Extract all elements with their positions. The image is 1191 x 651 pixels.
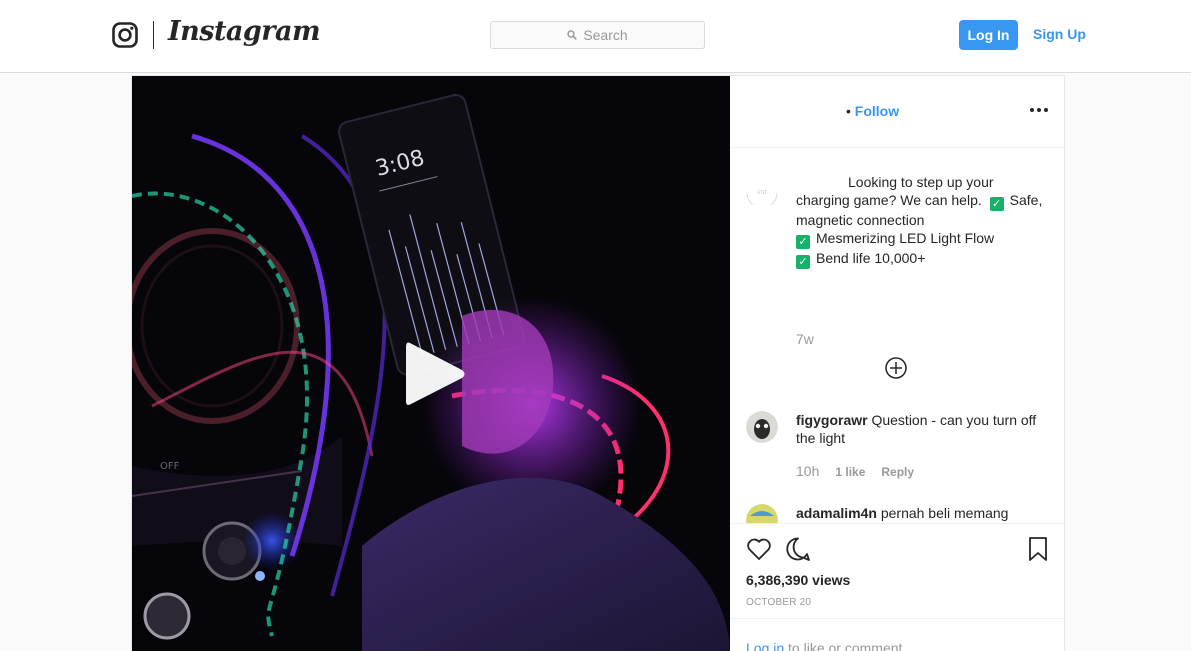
caption-avatar[interactable]: GTLT	[746, 177, 778, 205]
caption-item-2: Mesmerizing LED Light Flow	[816, 230, 995, 246]
dash-off-label: OFF	[160, 461, 180, 472]
caption-line-3: magnetic connection	[796, 212, 925, 228]
bookmark-icon[interactable]	[1028, 536, 1048, 562]
top-bar: Instagram Search Log In Sign Up	[0, 0, 1191, 73]
log-in-button[interactable]: Log In	[959, 20, 1018, 50]
search-placeholder: Search	[583, 27, 628, 43]
avatar-logo-text: GTLT	[757, 190, 767, 195]
check-mark-icon: ✓	[796, 255, 810, 269]
follow-wrap: • Follow	[846, 103, 899, 119]
view-count[interactable]: 6,386,390 views	[746, 572, 850, 588]
follow-button[interactable]: Follow	[855, 103, 899, 119]
caption-line-2: charging game? We can help.	[796, 192, 982, 208]
login-prompt-text: Log in to like or comment.	[746, 640, 906, 651]
caption-line-1: Looking to step up your	[848, 174, 994, 190]
comment-likes[interactable]: 1 like	[835, 465, 865, 479]
play-icon[interactable]	[402, 339, 468, 409]
add-comment-icon[interactable]	[885, 357, 907, 379]
instagram-wordmark[interactable]: Instagram	[168, 16, 321, 47]
login-suffix: to like or comment.	[788, 640, 907, 651]
search-icon	[567, 30, 578, 40]
post-caption: Looking to step up your charging game? W…	[796, 173, 1046, 269]
post-card: OFF 3:08 • Follow GTLT Looking to step u…	[131, 75, 1065, 651]
comment-time[interactable]: 10h	[796, 463, 819, 479]
comment-text: pernah beli memang	[880, 505, 1009, 521]
logo-divider	[153, 21, 154, 49]
post-date[interactable]: OCTOBER 20	[746, 597, 811, 608]
check-mark-icon: ✓	[989, 197, 1004, 211]
comment-icon[interactable]	[785, 536, 811, 562]
sign-up-link[interactable]: Sign Up	[1033, 26, 1086, 42]
check-mark-icon: ✓	[796, 235, 810, 249]
reply-button[interactable]: Reply	[881, 465, 914, 479]
instagram-glyph-icon[interactable]	[112, 22, 138, 48]
follow-dot: •	[846, 103, 851, 119]
comment-meta: 10h 1 like Reply	[796, 463, 914, 479]
comments-list[interactable]: GTLT Looking to step up your charging ga…	[730, 149, 1064, 523]
more-options-icon[interactable]	[1030, 102, 1052, 118]
log-in-link[interactable]: Log in	[746, 640, 784, 651]
comment-body: figygorawr Question - can you turn off t…	[796, 411, 1046, 447]
login-prompt: Log in to like or comment.	[730, 618, 1064, 651]
comment-body: adamalim4n pernah beli memang	[796, 504, 1046, 522]
caption-timestamp[interactable]: 7w	[796, 331, 814, 347]
caption-item-3: Bend life 10,000+	[816, 250, 926, 266]
commenter-avatar[interactable]	[746, 504, 778, 523]
search-input[interactable]: Search	[490, 21, 705, 49]
post-actions: 6,386,390 views OCTOBER 20	[730, 523, 1064, 618]
post-header: • Follow	[730, 76, 1064, 148]
comment-username[interactable]: figygorawr	[796, 412, 868, 428]
commenter-avatar[interactable]	[746, 411, 778, 443]
post-sidebar: • Follow GTLT Looking to step up your ch…	[730, 76, 1064, 651]
heart-icon[interactable]	[746, 537, 772, 561]
comment-username[interactable]: adamalim4n	[796, 505, 877, 521]
caption-safe: Safe,	[1009, 192, 1043, 208]
post-video[interactable]: OFF 3:08	[132, 76, 730, 651]
